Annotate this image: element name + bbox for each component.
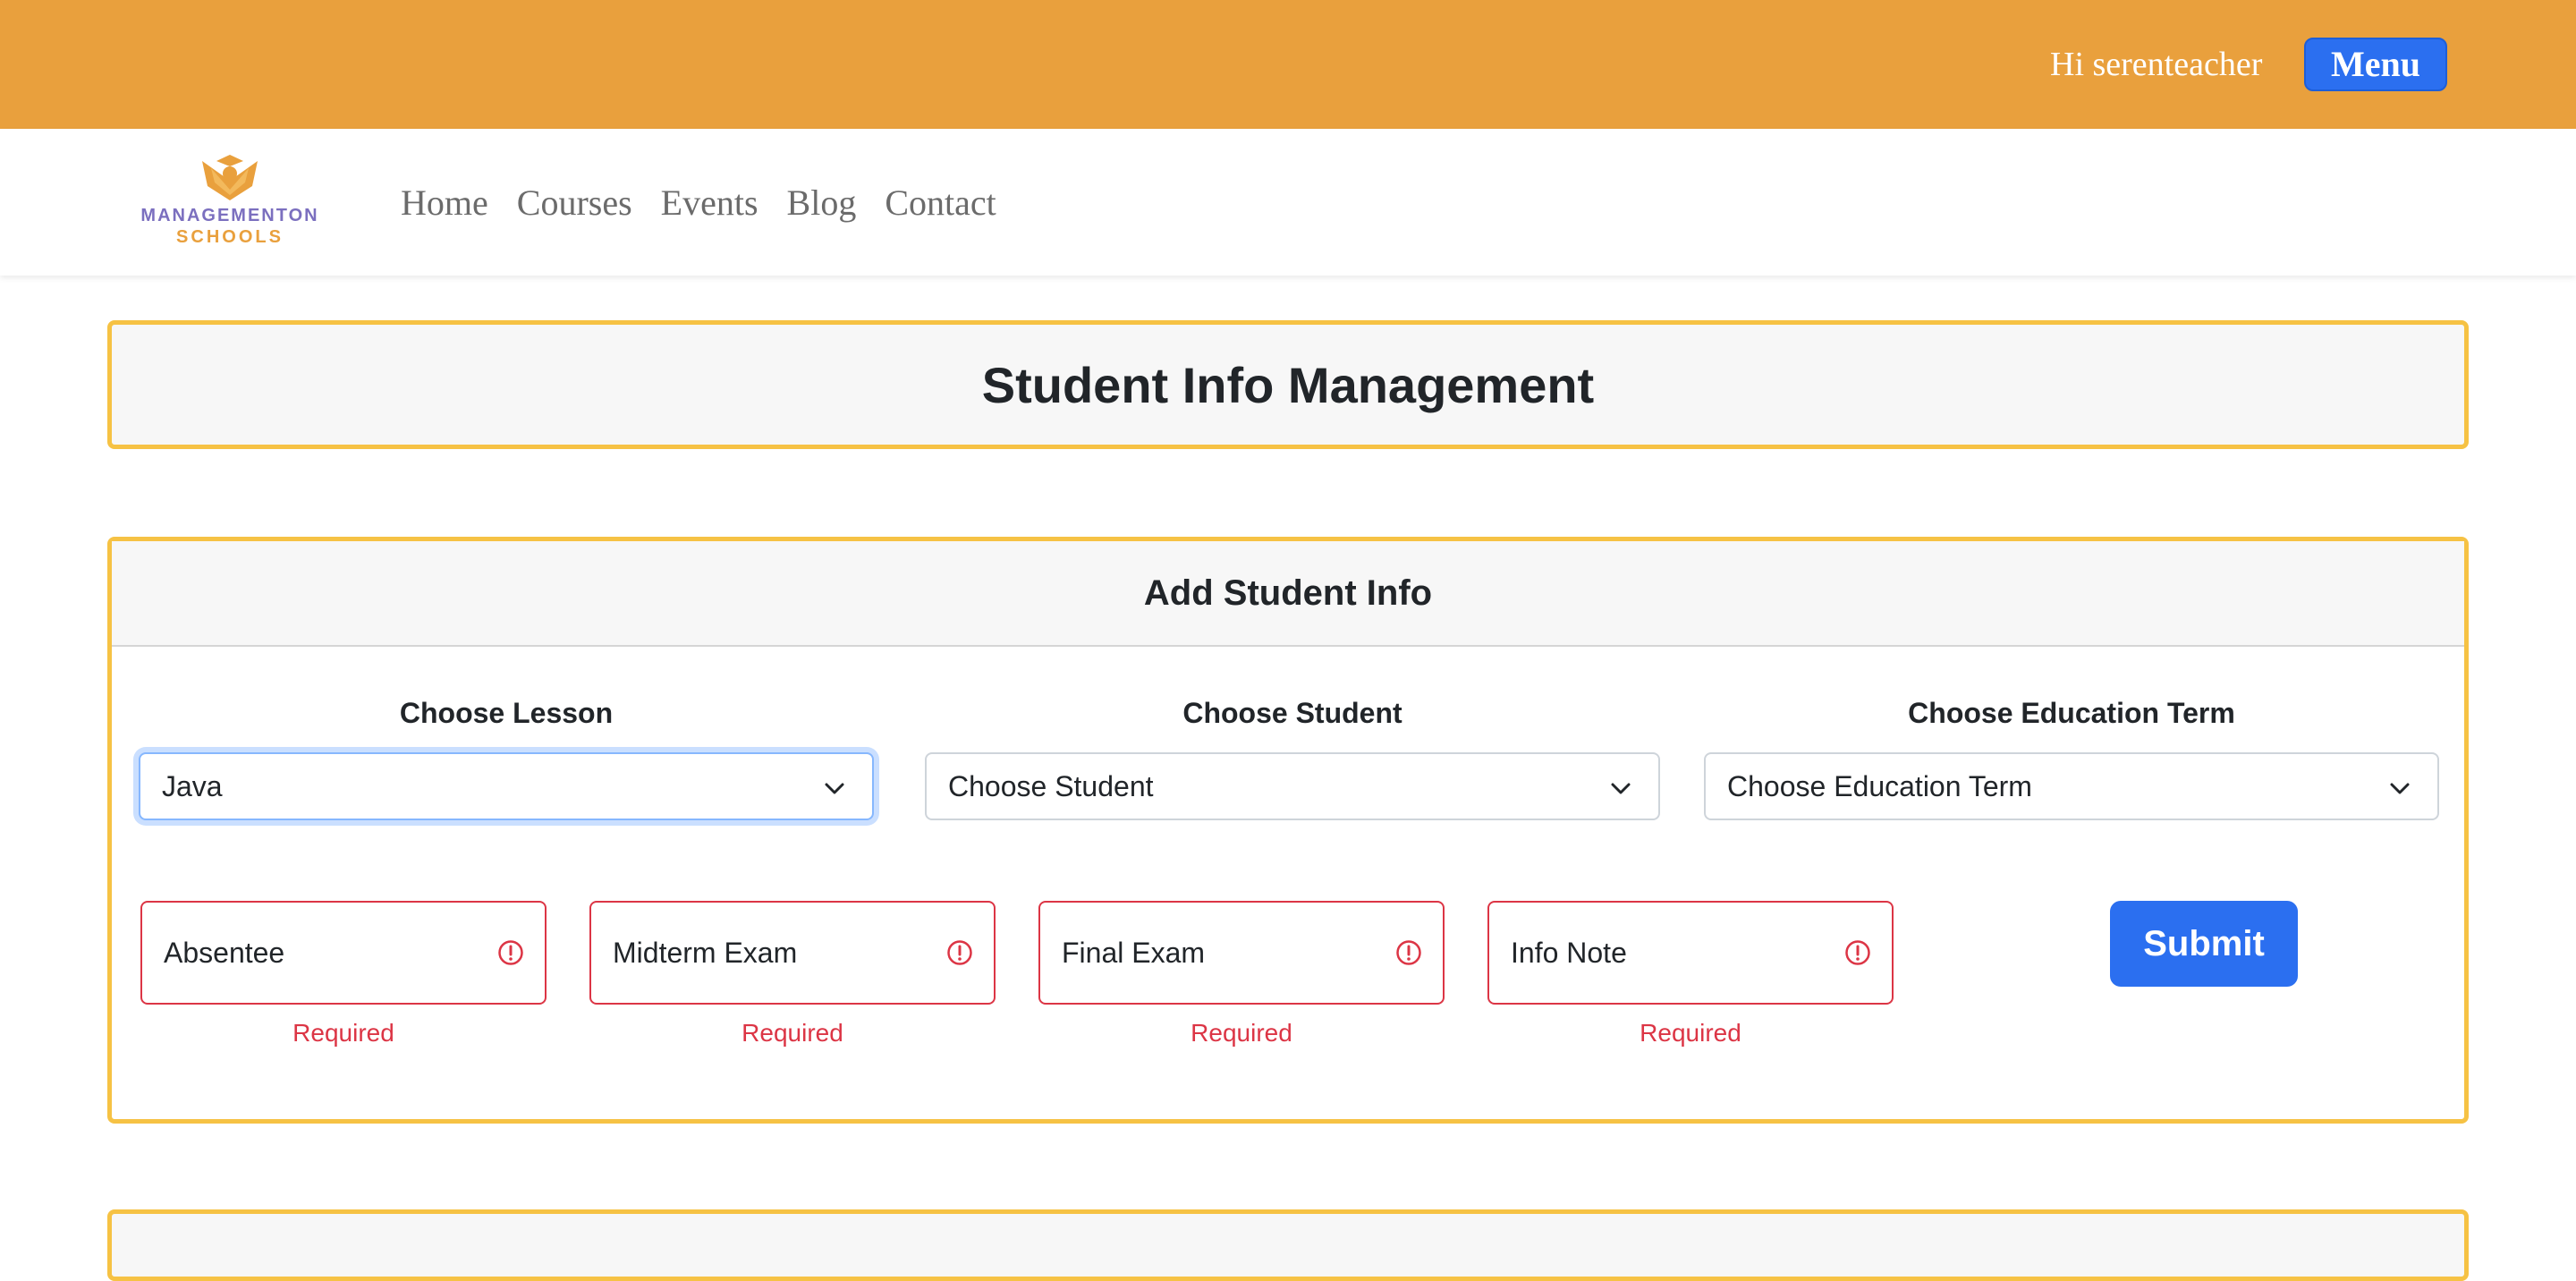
submit-button[interactable]: Submit	[2110, 901, 2298, 987]
error-icon	[1845, 940, 1870, 965]
chevron-down-icon	[825, 783, 844, 794]
error-icon	[498, 940, 523, 965]
info-note-group: Info Note Required	[1487, 901, 1894, 1049]
add-student-info-card: Add Student Info Choose Lesson Java Choo…	[107, 537, 2469, 1124]
menu-button[interactable]: Menu	[2304, 38, 2447, 91]
student-select-value: Choose Student	[948, 770, 1154, 802]
midterm-group: Midterm Exam Required	[589, 901, 996, 1049]
main-nav: Home Courses Events Blog Contact	[401, 179, 996, 227]
chevron-down-icon	[1611, 783, 1631, 794]
user-greeting: Hi serenteacher	[2050, 46, 2263, 83]
nav-courses[interactable]: Courses	[517, 179, 632, 227]
nav-contact[interactable]: Contact	[885, 179, 996, 227]
nav-events[interactable]: Events	[661, 179, 758, 227]
lesson-select[interactable]: Java	[139, 752, 874, 820]
lesson-select-group: Choose Lesson Java	[139, 691, 874, 820]
student-select-group: Choose Student Choose Student	[925, 691, 1660, 820]
page-title: Student Info Management	[107, 320, 2469, 449]
midterm-error: Required	[741, 1019, 843, 1047]
absentee-input[interactable]: Absentee	[140, 901, 547, 1005]
education-term-select[interactable]: Choose Education Term	[1704, 752, 2439, 820]
error-icon	[1396, 940, 1421, 965]
midterm-placeholder: Midterm Exam	[613, 937, 798, 969]
absentee-error: Required	[292, 1019, 394, 1047]
final-exam-input[interactable]: Final Exam	[1038, 901, 1445, 1005]
lesson-select-label: Choose Lesson	[399, 697, 614, 729]
student-info-list-card	[107, 1209, 2469, 1281]
term-select-label: Choose Education Term	[1908, 697, 2235, 729]
term-select-group: Choose Education Term Choose Education T…	[1704, 691, 2439, 820]
absentee-group: Absentee Required	[140, 901, 547, 1049]
error-icon	[947, 940, 972, 965]
final-group: Final Exam Required	[1038, 901, 1445, 1049]
term-select-value: Choose Education Term	[1727, 770, 2032, 802]
absentee-placeholder: Absentee	[164, 937, 285, 969]
chevron-down-icon	[2390, 783, 2410, 794]
student-select[interactable]: Choose Student	[925, 752, 1660, 820]
brand-subtitle: SCHOOLS	[176, 227, 284, 247]
midterm-exam-input[interactable]: Midterm Exam	[589, 901, 996, 1005]
info-note-error: Required	[1640, 1019, 1741, 1047]
student-select-label: Choose Student	[1182, 697, 1402, 729]
final-placeholder: Final Exam	[1062, 937, 1206, 969]
navbar	[0, 129, 2576, 276]
nav-home[interactable]: Home	[401, 179, 488, 227]
final-error: Required	[1191, 1019, 1292, 1047]
form-title: Add Student Info	[112, 541, 2464, 647]
info-note-placeholder: Info Note	[1511, 937, 1627, 969]
nav-blog[interactable]: Blog	[787, 179, 857, 227]
brand-name: MANAGEMENTON	[140, 206, 319, 225]
lesson-select-value: Java	[162, 770, 223, 802]
info-note-input[interactable]: Info Note	[1487, 901, 1894, 1005]
